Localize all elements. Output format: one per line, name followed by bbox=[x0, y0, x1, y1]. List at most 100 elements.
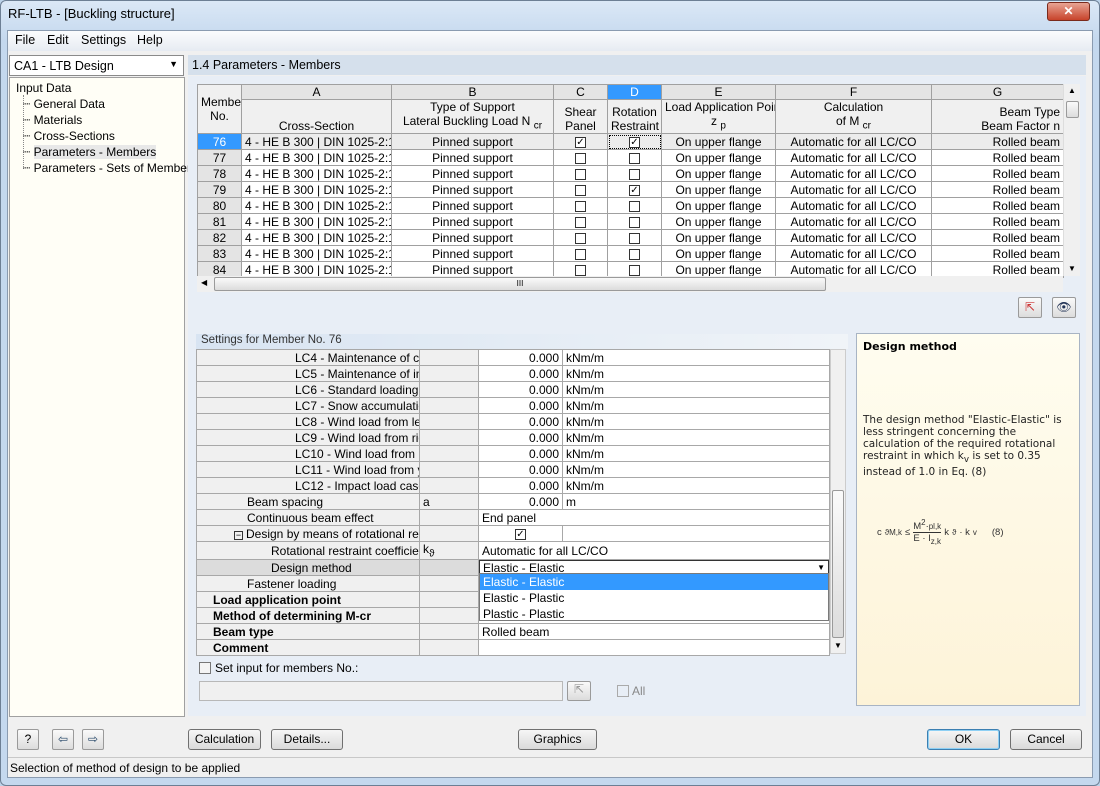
settings-row[interactable]: LC10 - Wind load from HRL 0.000kNm/m bbox=[196, 445, 830, 462]
case-select[interactable]: CA1 - LTB Design ▼ bbox=[9, 55, 184, 76]
rotation-restraint-cell[interactable] bbox=[607, 213, 662, 231]
tree-item-parameters-sets[interactable]: ┈ Parameters - Sets of Members bbox=[23, 161, 197, 175]
table-horizontal-scrollbar[interactable]: ◀ III bbox=[197, 276, 1063, 292]
beam-type-cell[interactable]: Rolled beam bbox=[931, 165, 1064, 183]
value-cell[interactable]: 0.000 bbox=[478, 365, 563, 382]
shear-panel-checkbox[interactable] bbox=[575, 153, 586, 165]
shear-panel-checkbox[interactable] bbox=[575, 217, 586, 229]
cross-section-cell[interactable]: 4 - HE B 300 | DIN 1025-2:19 bbox=[241, 133, 392, 151]
cross-section-cell[interactable]: 4 - HE B 300 | DIN 1025-2:19 bbox=[241, 197, 392, 215]
graphics-button[interactable]: Graphics bbox=[518, 729, 597, 750]
rotation-restraint-cell[interactable] bbox=[607, 165, 662, 183]
mcr-cell[interactable]: Automatic for all LC/CO bbox=[775, 245, 932, 263]
support-cell[interactable]: Pinned support bbox=[391, 149, 554, 167]
shear-panel-cell[interactable] bbox=[553, 149, 608, 167]
load-point-cell[interactable]: On upper flange bbox=[661, 213, 776, 231]
load-point-cell[interactable]: On upper flange bbox=[661, 149, 776, 167]
next-button[interactable]: ⇨ bbox=[82, 729, 104, 750]
option-elastic-plastic[interactable]: Elastic - Plastic bbox=[480, 590, 828, 606]
settings-scrollbar[interactable]: ▼ bbox=[830, 349, 846, 654]
settings-row[interactable]: Rotational restraint coefficient kϑ Automa… bbox=[196, 540, 830, 561]
set-input-checkbox[interactable] bbox=[199, 662, 211, 674]
support-cell[interactable]: Pinned support bbox=[391, 213, 554, 231]
shear-panel-checkbox[interactable] bbox=[575, 185, 586, 197]
cross-section-cell[interactable]: 4 - HE B 300 | DIN 1025-2:19 bbox=[241, 245, 392, 263]
shear-panel-checkbox[interactable] bbox=[575, 249, 586, 261]
members-no-input[interactable] bbox=[199, 681, 563, 701]
menu-file[interactable]: File bbox=[15, 33, 35, 47]
value-cell[interactable]: 0.000 bbox=[478, 477, 563, 494]
help-button[interactable]: ? bbox=[17, 729, 39, 750]
text-value-cell[interactable]: Automatic for all LC/CO bbox=[478, 540, 830, 561]
rotation-restraint-cell[interactable]: ✓ bbox=[607, 133, 662, 151]
shear-panel-checkbox[interactable] bbox=[575, 233, 586, 245]
mcr-cell[interactable]: Automatic for all LC/CO bbox=[775, 133, 932, 151]
menu-help[interactable]: Help bbox=[137, 33, 163, 47]
settings-row[interactable]: LC9 - Wind load from right 0.000kNm/m bbox=[196, 429, 830, 446]
load-point-cell[interactable]: On upper flange bbox=[661, 165, 776, 183]
table-row[interactable]: 77 4 - HE B 300 | DIN 1025-2:19 Pinned sup… bbox=[197, 149, 1064, 167]
beam-type-cell[interactable]: Rolled beam bbox=[931, 245, 1064, 263]
mcr-cell[interactable]: Automatic for all LC/CO bbox=[775, 213, 932, 231]
rotation-restraint-checkbox[interactable] bbox=[629, 233, 640, 245]
settings-row[interactable]: LC5 - Maintenance of inner field 0.000kNm… bbox=[196, 365, 830, 382]
value-cell[interactable]: 0.000 bbox=[478, 493, 563, 510]
value-cell[interactable]: 0.000 bbox=[478, 413, 563, 430]
shear-panel-cell[interactable] bbox=[553, 229, 608, 247]
settings-row[interactable]: Continuous beam effect End panel bbox=[196, 509, 830, 526]
scroll-down-icon[interactable]: ▼ bbox=[1068, 264, 1076, 273]
shear-panel-cell[interactable] bbox=[553, 213, 608, 231]
beam-type-cell[interactable]: Rolled beam bbox=[931, 149, 1064, 167]
rotation-restraint-checkbox[interactable] bbox=[629, 169, 640, 181]
settings-row[interactable]: LC4 - Maintenance of cantilever 0.000kNm/… bbox=[196, 349, 830, 366]
load-point-cell[interactable]: On upper flange bbox=[661, 229, 776, 247]
scroll-thumb[interactable] bbox=[1066, 101, 1079, 118]
shear-panel-checkbox[interactable] bbox=[575, 265, 586, 277]
beam-type-cell[interactable]: Rolled beam bbox=[931, 133, 1064, 151]
member-no-cell[interactable]: 77 bbox=[197, 149, 242, 167]
col-letter-f[interactable]: F bbox=[775, 84, 932, 100]
col-letter-d[interactable]: D bbox=[607, 84, 662, 100]
tree-item-parameters-members[interactable]: ┈ Parameters - Members bbox=[23, 145, 157, 159]
option-elastic-elastic[interactable]: Elastic - Elastic bbox=[480, 574, 828, 590]
tree-item-cross-sections[interactable]: ┈ Cross-Sections bbox=[23, 129, 115, 143]
mcr-cell[interactable]: Automatic for all LC/CO bbox=[775, 197, 932, 215]
shear-panel-cell[interactable]: ✓ bbox=[553, 133, 608, 151]
text-value-cell[interactable] bbox=[478, 639, 830, 657]
settings-row[interactable]: LC8 - Wind load from left 0.000 kNm/m bbox=[196, 413, 830, 430]
support-cell[interactable]: Pinned support bbox=[391, 197, 554, 215]
details-button[interactable]: Details... bbox=[271, 729, 343, 750]
text-value-cell[interactable]: End panel bbox=[478, 509, 830, 526]
rotation-restraint-cell[interactable]: ✓ bbox=[607, 181, 662, 199]
scroll-up-icon[interactable]: ▲ bbox=[1068, 86, 1076, 95]
settings-row[interactable]: Comment bbox=[196, 639, 830, 657]
member-no-cell[interactable]: 79 bbox=[197, 181, 242, 199]
col-letter-c[interactable]: C bbox=[553, 84, 608, 100]
menu-edit[interactable]: Edit bbox=[47, 33, 69, 47]
hscroll-thumb[interactable]: III bbox=[214, 277, 826, 291]
text-value-cell[interactable]: Rolled beam bbox=[478, 623, 830, 641]
cancel-button[interactable]: Cancel bbox=[1010, 729, 1082, 750]
shear-panel-cell[interactable] bbox=[553, 245, 608, 263]
table-row[interactable]: 82 4 - HE B 300 | DIN 1025-2:19 Pinned sup… bbox=[197, 229, 1064, 247]
table-row[interactable]: 83 4 - HE B 300 | DIN 1025-2:19 Pinned sup… bbox=[197, 245, 1064, 263]
close-button[interactable]: ✕ bbox=[1047, 2, 1090, 21]
option-plastic-plastic[interactable]: Plastic - Plastic bbox=[480, 606, 828, 622]
support-cell[interactable]: Pinned support bbox=[391, 165, 554, 183]
shear-panel-cell[interactable] bbox=[553, 165, 608, 183]
rotation-restraint-checkbox[interactable] bbox=[629, 265, 640, 277]
settings-row[interactable]: Beam type Rolled beam bbox=[196, 623, 830, 641]
calculation-button[interactable]: Calculation bbox=[188, 729, 261, 750]
settings-row[interactable]: LC6 - Standard loading of snow 0.000kNm/m bbox=[196, 381, 830, 398]
col-letter-b[interactable]: B bbox=[391, 84, 554, 100]
value-cell[interactable]: 0.000 bbox=[478, 397, 563, 414]
support-cell[interactable]: Pinned support bbox=[391, 229, 554, 247]
rotational-restraint-checkbox[interactable]: ✓ bbox=[515, 528, 526, 540]
rotation-restraint-checkbox[interactable] bbox=[629, 217, 640, 229]
load-point-cell[interactable]: On upper flange bbox=[661, 245, 776, 263]
previous-button[interactable]: ⇦ bbox=[52, 729, 74, 750]
scroll-down-icon[interactable]: ▼ bbox=[834, 641, 842, 650]
rotation-restraint-cell[interactable] bbox=[607, 149, 662, 167]
table-vertical-scrollbar[interactable]: ▲ ▼ bbox=[1063, 84, 1080, 276]
mcr-cell[interactable]: Automatic for all LC/CO bbox=[775, 149, 932, 167]
